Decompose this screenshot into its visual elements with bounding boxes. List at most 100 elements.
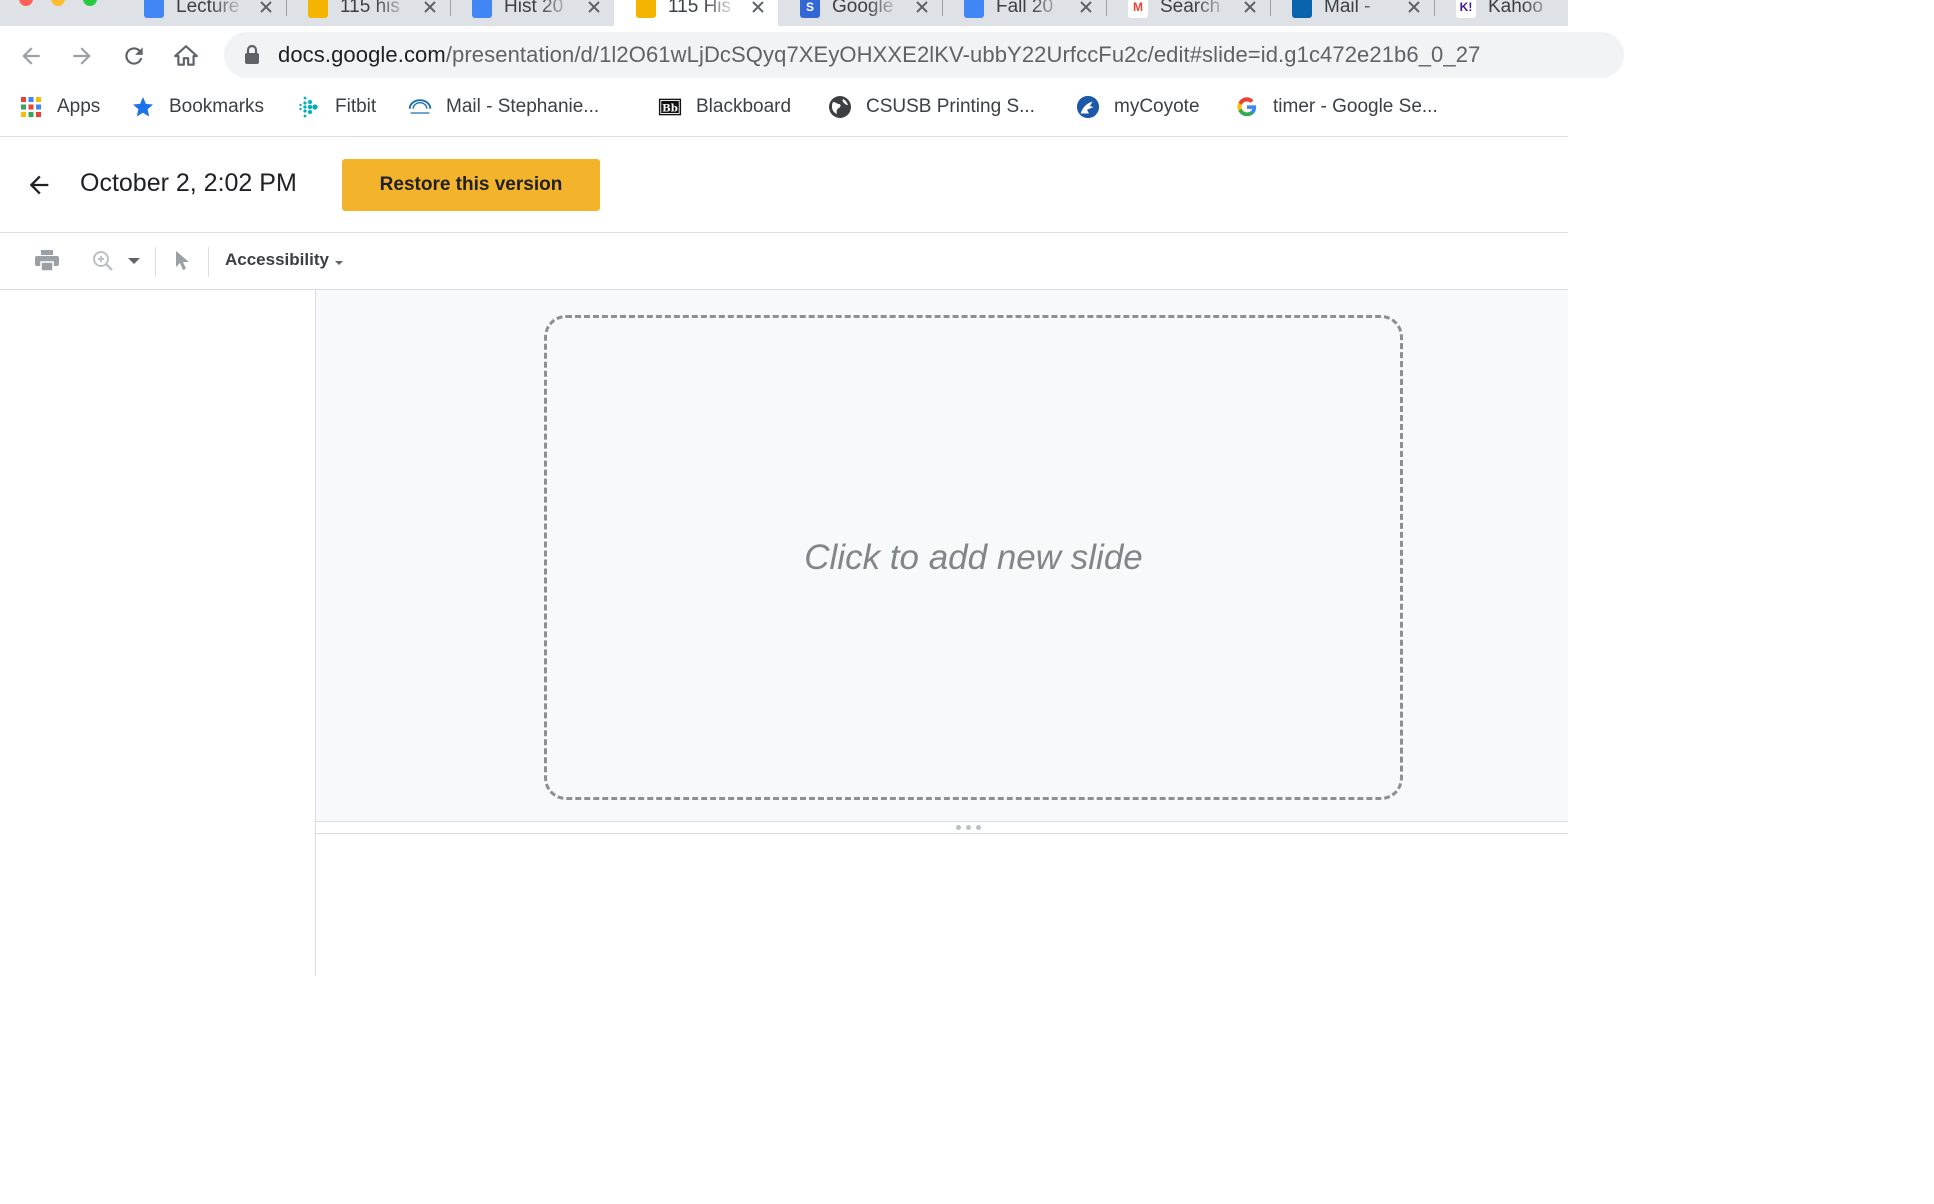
tab-title: 115 His <box>668 0 732 17</box>
bookmarks-bar: Apps Bookmarks Fitbit Mail - Stephanie..… <box>0 84 1568 137</box>
zoom-button[interactable] <box>88 246 118 276</box>
coyote-icon <box>1076 95 1100 119</box>
bookmark-label: Blackboard <box>696 96 792 117</box>
bookmark-mail-stephanie[interactable]: Mail - Stephanie... <box>408 94 599 120</box>
toolbar-divider <box>208 247 209 277</box>
print-button[interactable] <box>32 246 62 276</box>
google-docs-icon <box>472 0 492 18</box>
bookmark-label: Apps <box>57 96 101 117</box>
accessibility-menu[interactable]: Accessibility <box>225 250 343 270</box>
tab-title: Google <box>832 0 894 17</box>
browser-tab[interactable]: 115 his <box>286 0 450 26</box>
bookmark-label: CSUSB Printing S... <box>866 96 1035 117</box>
slide-filmstrip[interactable] <box>0 290 316 976</box>
zoom-dropdown-button[interactable] <box>124 246 144 276</box>
blackboard-icon: Bb <box>658 95 682 119</box>
cursor-arrow-icon <box>176 251 189 270</box>
restore-version-button[interactable]: Restore this version <box>342 159 600 211</box>
fitbit-icon <box>297 95 321 119</box>
bookmark-label: timer - Google Se... <box>1273 96 1438 117</box>
bookmark-apps[interactable]: Apps <box>19 94 100 120</box>
google-sites-icon: S <box>800 0 820 18</box>
star-icon <box>131 95 155 119</box>
gmail-icon: M <box>1128 0 1148 18</box>
bookmark-label: Fitbit <box>335 96 377 117</box>
google-slides-icon <box>636 0 656 18</box>
tab-title: Mail - <box>1324 0 1371 17</box>
speaker-notes-resize-handle[interactable] <box>316 821 1568 834</box>
tab-title: 115 his <box>340 0 400 17</box>
close-tab-icon[interactable] <box>1078 0 1094 15</box>
url-path: /presentation/d/1l2O61wLjDcSQyq7XEyOHXXE… <box>445 42 1481 67</box>
caret-down-icon <box>334 261 343 265</box>
browser-tab[interactable]: M Search <box>1106 0 1270 26</box>
drag-handle-icon <box>956 825 981 830</box>
browser-tab-strip: Lecture 115 his Hist 20 115 His S Google Fall … <box>0 0 1568 26</box>
lock-icon <box>245 45 259 64</box>
toolbar-divider <box>155 247 156 277</box>
tab-title: Fall 20 <box>996 0 1054 17</box>
close-tab-icon[interactable] <box>586 0 602 15</box>
bookmark-mycoyote[interactable]: myCoyote <box>1076 94 1200 120</box>
window-zoom-button[interactable] <box>83 0 97 6</box>
url-host: docs.google.com <box>278 42 446 67</box>
google-drive-icon <box>144 0 164 18</box>
google-icon <box>1235 95 1259 119</box>
svg-text:Bb: Bb <box>662 103 678 115</box>
add-new-slide-placeholder[interactable]: Click to add new slide <box>544 315 1403 800</box>
browser-tab[interactable]: S Google <box>778 0 942 26</box>
reload-button[interactable] <box>116 38 152 74</box>
window-close-button[interactable] <box>19 0 33 6</box>
close-tab-icon[interactable] <box>1242 0 1258 15</box>
browser-tab-active[interactable]: 115 His <box>614 0 778 26</box>
bookmark-timer-google-search[interactable]: timer - Google Se... <box>1235 94 1438 120</box>
zoom-in-icon <box>93 251 113 271</box>
kahoot-icon: K! <box>1456 0 1476 18</box>
close-tab-icon[interactable] <box>914 0 930 15</box>
bookmark-csusb-printing[interactable]: CSUSB Printing S... <box>828 94 1035 120</box>
browser-tab[interactable]: Hist 20 <box>450 0 614 26</box>
browser-tab[interactable]: K! Kahoo <box>1434 0 1568 26</box>
caret-down-icon <box>128 258 140 264</box>
google-slides-icon <box>308 0 328 18</box>
bookmark-label: Mail - Stephanie... <box>446 96 600 117</box>
select-tool-button[interactable] <box>170 246 194 276</box>
back-nav-button[interactable] <box>13 38 49 74</box>
slide-canvas: Click to add new slide <box>316 290 1568 821</box>
arrow-right-icon <box>73 47 91 65</box>
bookmark-label: Bookmarks <box>169 96 265 117</box>
google-docs-icon <box>964 0 984 18</box>
close-tab-icon[interactable] <box>258 0 274 15</box>
add-new-slide-text: Click to add new slide <box>804 537 1143 577</box>
globe-icon <box>828 95 852 119</box>
close-tab-icon[interactable] <box>1406 0 1422 15</box>
arrow-left-icon <box>29 175 49 195</box>
reload-icon <box>125 47 143 65</box>
version-history-header: October 2, 2:02 PM Restore this version <box>0 138 1568 233</box>
tab-title: Kahoo <box>1488 0 1543 17</box>
close-tab-icon[interactable] <box>422 0 438 15</box>
apps-grid-icon <box>19 95 43 119</box>
home-button[interactable] <box>168 38 204 74</box>
tab-title: Search <box>1160 0 1221 17</box>
browser-tab[interactable]: Mail - <box>1270 0 1434 26</box>
close-tab-icon[interactable] <box>750 0 766 15</box>
version-title: October 2, 2:02 PM <box>80 169 297 197</box>
home-icon <box>174 45 198 66</box>
url-text[interactable]: docs.google.com/presentation/d/1l2O61wLj… <box>278 42 1480 68</box>
bookmark-blackboard[interactable]: Bb Blackboard <box>658 94 791 120</box>
bookmark-bookmarks[interactable]: Bookmarks <box>131 94 264 120</box>
tab-title: Hist 20 <box>504 0 564 17</box>
forward-nav-button[interactable] <box>64 38 100 74</box>
arrow-left-icon <box>22 47 40 65</box>
viewer-toolbar: Accessibility <box>0 233 1568 290</box>
browser-tab[interactable]: Lecture <box>122 0 286 26</box>
window-minimize-button[interactable] <box>51 0 65 6</box>
outlook-icon <box>1292 0 1312 18</box>
back-to-document-button[interactable] <box>20 166 58 204</box>
address-bar[interactable]: docs.google.com/presentation/d/1l2O61wLj… <box>224 32 1624 78</box>
speaker-notes-area[interactable] <box>316 834 1568 976</box>
browser-toolbar: docs.google.com/presentation/d/1l2O61wLj… <box>0 26 1624 84</box>
bookmark-fitbit[interactable]: Fitbit <box>297 94 376 120</box>
browser-tab[interactable]: Fall 20 <box>942 0 1106 26</box>
